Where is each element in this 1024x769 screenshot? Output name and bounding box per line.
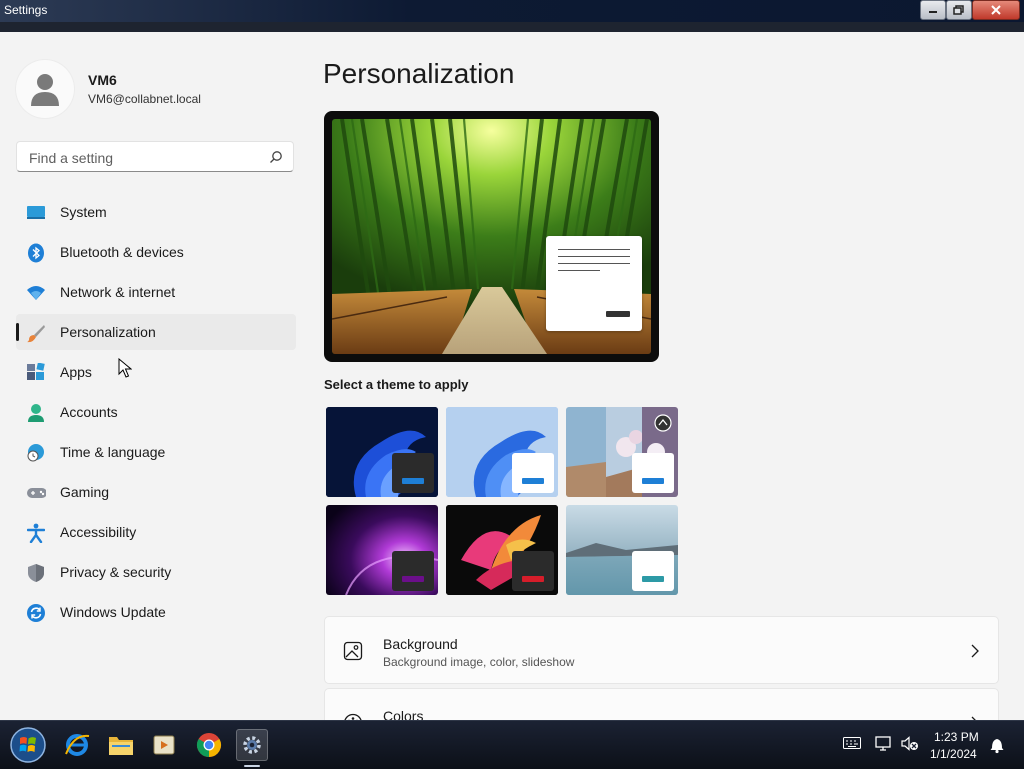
settings-content: VM6 VM6@collabnet.local System Bluetooth…: [0, 32, 1024, 720]
person-icon: [26, 403, 46, 423]
media-player-icon: [152, 733, 176, 757]
taskbar-file-explorer[interactable]: [105, 729, 137, 761]
image-icon: [343, 641, 363, 666]
sidebar-item-label: Time & language: [60, 444, 165, 460]
search-input[interactable]: [27, 149, 261, 167]
search-icon[interactable]: [269, 150, 283, 164]
taskbar: 1:23 PM 1/1/2024: [0, 720, 1024, 769]
clock-time[interactable]: 1:23 PM: [934, 730, 979, 744]
update-icon: [26, 603, 46, 623]
keyboard-icon[interactable]: [843, 737, 861, 749]
sidebar-item-network[interactable]: Network & internet: [16, 274, 296, 310]
taskbar-chrome[interactable]: [193, 729, 225, 761]
sidebar-item-gaming[interactable]: Gaming: [16, 474, 296, 510]
minimize-button[interactable]: [920, 0, 946, 20]
theme-glow[interactable]: [566, 407, 678, 497]
preview-window-sample: [546, 236, 642, 331]
shield-icon: [26, 563, 46, 583]
internet-explorer-icon: [64, 732, 90, 758]
slideshow-icon: [654, 414, 672, 437]
title-bar: Settings: [0, 0, 1024, 22]
sidebar-item-system[interactable]: System: [16, 194, 296, 230]
notification-bell-icon[interactable]: [989, 736, 1005, 754]
window-border: [0, 22, 1024, 32]
file-explorer-icon: [108, 733, 134, 757]
theme-section-label: Select a theme to apply: [324, 377, 469, 392]
user-avatar-icon: [30, 72, 60, 106]
palette-icon: [343, 713, 363, 720]
close-button[interactable]: [972, 0, 1020, 20]
start-button[interactable]: [8, 725, 48, 765]
clock-date[interactable]: 1/1/2024: [930, 747, 977, 761]
user-email: VM6@collabnet.local: [88, 92, 201, 106]
sidebar-item-label: Accessibility: [60, 524, 136, 540]
bluetooth-icon: [26, 243, 46, 263]
network-icon[interactable]: [875, 736, 893, 752]
search-box[interactable]: [16, 141, 294, 172]
restore-icon: [953, 5, 965, 15]
restore-button[interactable]: [946, 0, 972, 20]
close-icon: [990, 5, 1002, 15]
globe-clock-icon: [26, 443, 46, 463]
running-indicator: [244, 765, 260, 767]
sidebar-item-bluetooth[interactable]: Bluetooth & devices: [16, 234, 296, 270]
window-title: Settings: [4, 3, 47, 17]
wifi-icon: [26, 283, 46, 303]
sidebar-item-label: System: [60, 204, 107, 220]
theme-flow[interactable]: [446, 505, 558, 595]
theme-windows-dark[interactable]: [326, 407, 438, 497]
user-name: VM6: [88, 72, 117, 88]
sidebar-item-accounts[interactable]: Accounts: [16, 394, 296, 430]
card-title: Colors: [383, 708, 423, 720]
sidebar-item-time-language[interactable]: Time & language: [16, 434, 296, 470]
sidebar-item-label: Accounts: [60, 404, 118, 420]
sidebar-item-personalization[interactable]: Personalization: [16, 314, 296, 350]
sidebar-item-label: Personalization: [60, 324, 156, 340]
card-subtitle: Background image, color, slideshow: [383, 655, 574, 669]
sidebar-item-privacy[interactable]: Privacy & security: [16, 554, 296, 590]
card-title: Background: [383, 636, 458, 652]
theme-sunrise[interactable]: [566, 505, 678, 595]
sidebar-item-accessibility[interactable]: Accessibility: [16, 514, 296, 550]
taskbar-media-player[interactable]: [148, 729, 180, 761]
gamepad-icon: [26, 483, 46, 503]
taskbar-settings[interactable]: [236, 729, 268, 761]
background-setting-card[interactable]: Background Background image, color, slid…: [324, 616, 999, 684]
sidebar-item-apps[interactable]: Apps: [16, 354, 296, 390]
theme-windows-light[interactable]: [446, 407, 558, 497]
chrome-icon: [196, 732, 222, 758]
monitor-icon: [26, 203, 46, 223]
settings-gear-icon: [241, 734, 263, 756]
mouse-cursor-icon: [118, 358, 132, 378]
chevron-right-icon: [970, 644, 980, 663]
sidebar-item-label: Privacy & security: [60, 564, 171, 580]
sidebar-item-label: Gaming: [60, 484, 109, 500]
theme-captured-motion[interactable]: [326, 505, 438, 595]
sidebar-item-label: Apps: [60, 364, 92, 380]
sidebar-item-label: Bluetooth & devices: [60, 244, 184, 260]
apps-icon: [26, 363, 46, 383]
brush-icon: [26, 323, 46, 343]
sidebar-item-windows-update[interactable]: Windows Update: [16, 594, 296, 630]
volume-muted-icon[interactable]: [901, 736, 919, 752]
taskbar-internet-explorer[interactable]: [61, 729, 93, 761]
selected-indicator: [16, 323, 19, 341]
colors-setting-card[interactable]: Colors: [324, 688, 999, 720]
avatar[interactable]: [16, 60, 74, 118]
windows-start-icon: [9, 726, 47, 764]
sidebar-item-label: Windows Update: [60, 604, 166, 620]
minimize-icon: [927, 5, 939, 15]
sidebar-nav: System Bluetooth & devices Network & int…: [16, 194, 296, 634]
accessibility-icon: [26, 523, 46, 543]
page-title: Personalization: [323, 58, 514, 90]
sidebar-item-label: Network & internet: [60, 284, 175, 300]
